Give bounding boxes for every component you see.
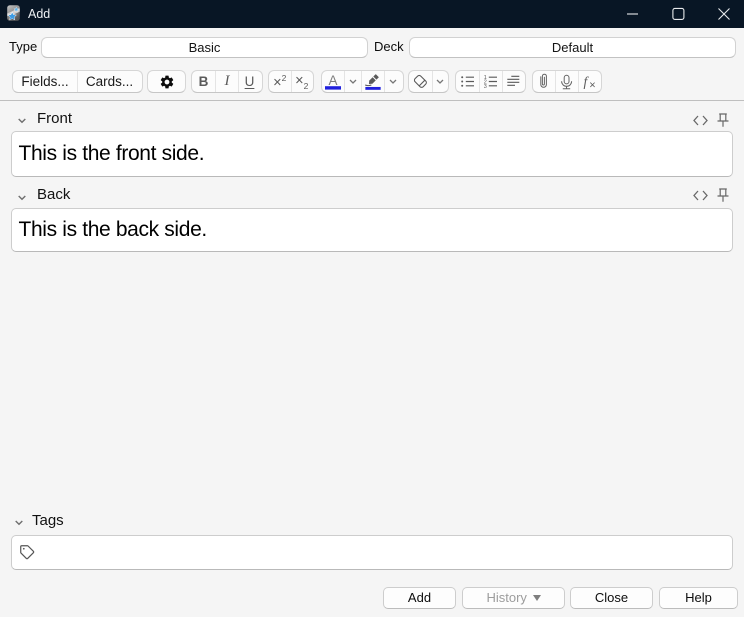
svg-text:3: 3: [484, 84, 487, 90]
svg-text:A: A: [328, 73, 337, 88]
svg-text:×: ×: [589, 80, 595, 91]
